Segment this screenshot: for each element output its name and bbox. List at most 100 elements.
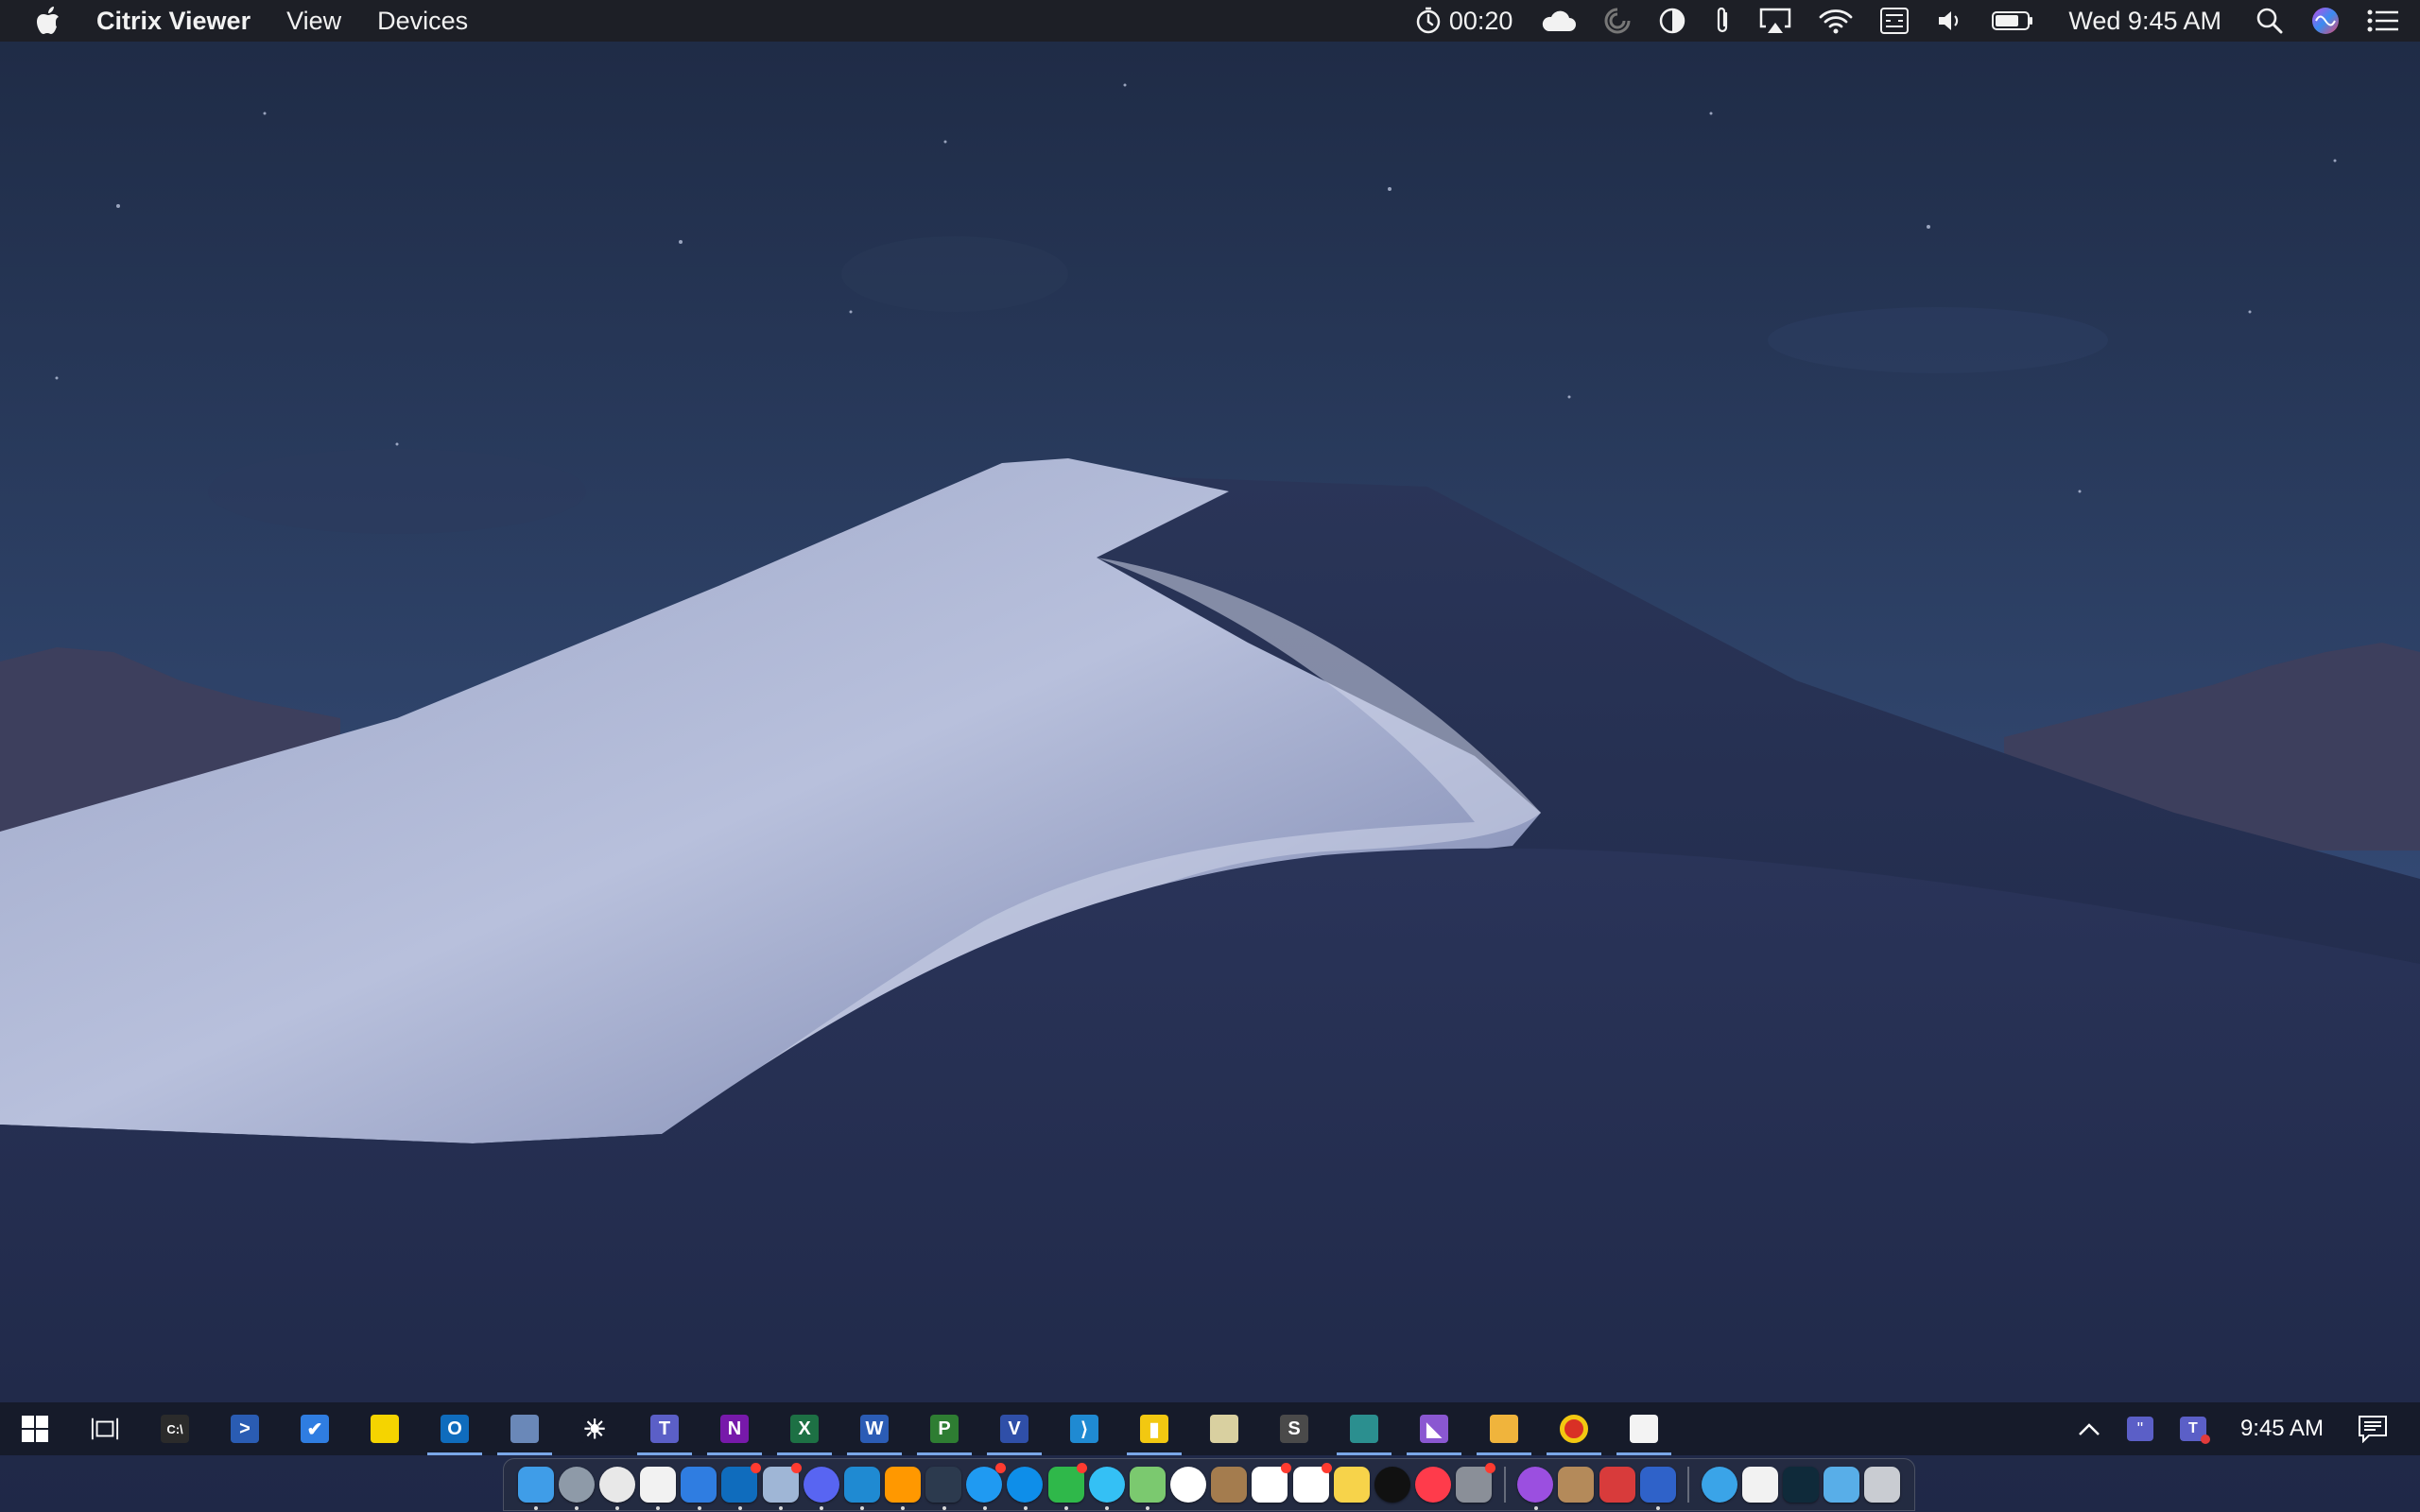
taskbar-snip-tool-button[interactable] [1329, 1402, 1399, 1455]
project-icon: P [930, 1415, 959, 1443]
outlook-icon: O [441, 1415, 469, 1443]
taskbar-visual-studio-button[interactable]: ◣ [1399, 1402, 1469, 1455]
teamviewer-icon [1007, 1467, 1044, 1503]
dock-trash[interactable] [1863, 1465, 1902, 1504]
tray-overflow-chevron-icon[interactable] [2065, 1402, 2114, 1455]
taskbar-sublime-text-button[interactable]: S [1259, 1402, 1329, 1455]
dock-vscode[interactable] [842, 1465, 881, 1510]
devices-menu[interactable]: Devices [377, 7, 468, 36]
taskbar-word-button[interactable]: W [839, 1402, 909, 1455]
taskbar-chrome-button[interactable] [1539, 1402, 1609, 1455]
running-indicator [778, 1506, 783, 1510]
taskbar-excel-button[interactable]: X [769, 1402, 839, 1455]
podcasts-icon [1517, 1467, 1554, 1503]
dock-sublime-text[interactable] [883, 1465, 922, 1510]
keyboard-icon[interactable] [1866, 0, 1923, 42]
taskbar-notepad-button[interactable] [1189, 1402, 1259, 1455]
taskbar-visio-button[interactable]: V [979, 1402, 1049, 1455]
dock-calendar[interactable] [1251, 1463, 1291, 1504]
dock-todo[interactable] [680, 1465, 718, 1510]
spinner-icon[interactable] [1590, 0, 1645, 42]
dock-xcode[interactable] [925, 1465, 963, 1510]
dock-chrome[interactable] [597, 1465, 636, 1510]
spotlight-search-icon[interactable] [2242, 0, 2297, 42]
timer-status[interactable]: 00:20 [1400, 0, 1527, 42]
taskbar-sticky-notes-button[interactable] [350, 1402, 420, 1455]
running-indicator [982, 1506, 987, 1510]
timer-icon [1416, 7, 1441, 34]
siri-icon[interactable] [2297, 0, 2354, 42]
taskbar-vscode-button[interactable]: ⟩ [1049, 1402, 1119, 1455]
view-menu[interactable]: View [286, 7, 341, 36]
dock-notes[interactable] [1332, 1465, 1371, 1504]
apple-menu-icon[interactable] [36, 7, 60, 35]
running-indicator [860, 1506, 865, 1510]
battery-icon[interactable] [1978, 0, 2048, 42]
taskbar-teams-button[interactable]: T [630, 1402, 700, 1455]
taskbar-photos-button[interactable] [490, 1402, 560, 1455]
dock-reminders[interactable] [1291, 1463, 1333, 1504]
dock-messages[interactable] [1087, 1465, 1126, 1510]
dock-system-preferences[interactable] [1455, 1463, 1495, 1504]
dock-maps[interactable] [1128, 1465, 1167, 1510]
sublime-text-icon [884, 1467, 921, 1503]
dock-network[interactable] [1700, 1465, 1738, 1504]
dock-finder[interactable] [516, 1465, 555, 1510]
running-indicator [737, 1506, 742, 1510]
dock-podcasts[interactable] [1516, 1465, 1555, 1510]
taskbar-file-explorer-button[interactable] [1469, 1402, 1539, 1455]
running-indicator [1023, 1506, 1028, 1510]
running-indicator [534, 1506, 538, 1510]
dock-citrix-viewer[interactable] [1638, 1465, 1677, 1510]
todo-icon [681, 1467, 717, 1503]
notification-center-icon[interactable] [2354, 0, 2420, 42]
taskbar-store-button[interactable] [1609, 1402, 1679, 1455]
dock-archive-utility[interactable] [1557, 1465, 1596, 1504]
taskbar-command-prompt-button[interactable]: C:\ [140, 1402, 210, 1455]
taskbar-outlook-button[interactable]: O [420, 1402, 490, 1455]
taskbar-task-view-button[interactable] [70, 1402, 140, 1455]
dock-app-store[interactable] [965, 1463, 1006, 1510]
vscode-icon: ⟩ [1070, 1415, 1098, 1443]
action-center-icon[interactable] [2344, 1402, 2420, 1455]
running-indicator [1533, 1506, 1538, 1510]
dock-facetime[interactable] [1046, 1463, 1088, 1510]
taskbar-windows-start-button[interactable] [0, 1402, 70, 1455]
maps-icon [1129, 1467, 1166, 1503]
taskbar-power-bi-button[interactable]: ▮ [1119, 1402, 1189, 1455]
app-name-menu[interactable]: Citrix Viewer [96, 7, 251, 36]
tray-app-icon[interactable]: " [2114, 1402, 2167, 1455]
news-icon [1415, 1467, 1452, 1503]
tray-teams-icon[interactable]: T [2167, 1402, 2220, 1455]
dock-launchpad[interactable] [557, 1465, 596, 1510]
dock-document[interactable] [1740, 1465, 1779, 1504]
paperclip-icon[interactable] [1700, 0, 1745, 42]
volume-icon[interactable] [1923, 0, 1978, 42]
display-contrast-icon[interactable] [1645, 0, 1700, 42]
taskbar-onenote-button[interactable]: N [700, 1402, 769, 1455]
dock-photos[interactable] [1169, 1465, 1208, 1504]
dock-downloads-folder[interactable] [1823, 1465, 1861, 1504]
taskbar-powershell-button[interactable]: > [210, 1402, 280, 1455]
dock-clock[interactable] [638, 1465, 677, 1510]
dock [503, 1458, 1915, 1511]
taskbar-clock[interactable]: 9:45 AM [2220, 1402, 2344, 1455]
dock-notebook[interactable] [1210, 1465, 1249, 1504]
dock-outlook[interactable] [720, 1463, 761, 1510]
airplay-icon[interactable] [1745, 0, 1806, 42]
dock-news[interactable] [1413, 1465, 1452, 1504]
snip-tool-icon [1350, 1415, 1378, 1443]
taskbar-brightness-button[interactable]: ☀ [560, 1402, 630, 1455]
dock-remote-desktop[interactable] [1598, 1465, 1636, 1504]
dock-discord[interactable] [802, 1465, 840, 1510]
wifi-icon[interactable] [1806, 0, 1866, 42]
dock-lightroom[interactable] [1782, 1465, 1821, 1504]
taskbar-project-button[interactable]: P [909, 1402, 979, 1455]
dock-preview[interactable] [761, 1463, 803, 1510]
taskbar-microsoft-todo-button[interactable]: ✔ [280, 1402, 350, 1455]
document-icon [1742, 1467, 1779, 1503]
cloud-icon[interactable] [1526, 0, 1590, 42]
clock-text[interactable]: Wed 9:45 AM [2048, 0, 2242, 42]
dock-apple-tv[interactable] [1373, 1465, 1411, 1504]
dock-teamviewer[interactable] [1006, 1465, 1045, 1510]
